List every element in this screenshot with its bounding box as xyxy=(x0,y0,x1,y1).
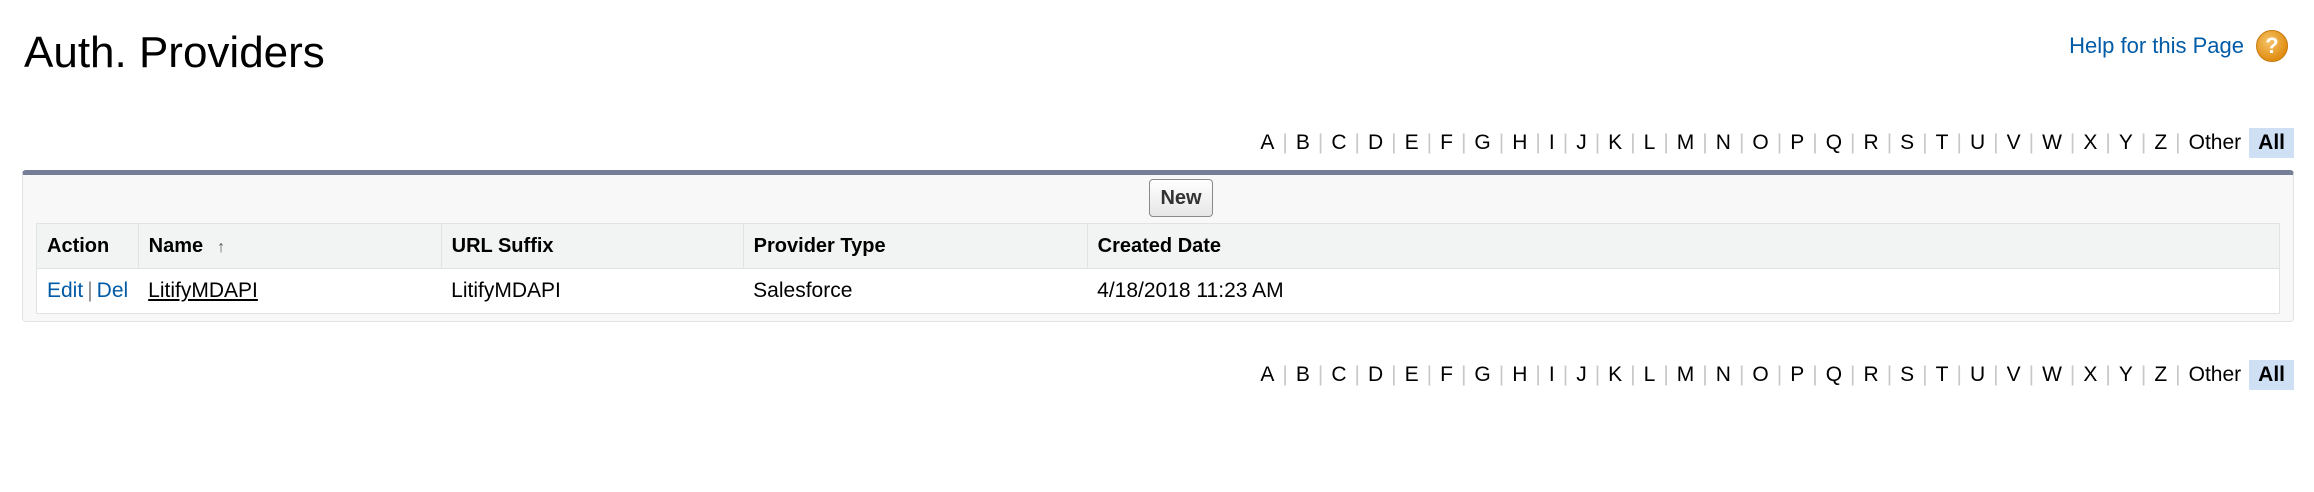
alpha-filter-o[interactable]: O xyxy=(1744,128,1776,158)
name-cell: LitifyMDAPI xyxy=(138,269,441,314)
alpha-filter-f[interactable]: F xyxy=(1432,360,1461,390)
alpha-filter-other[interactable]: Other xyxy=(2181,128,2250,158)
page-title: Auth. Providers xyxy=(24,28,325,77)
list-panel: New Action Name ↑ URL Suffix Provider Typ… xyxy=(22,170,2294,322)
alpha-filter-z[interactable]: Z xyxy=(2146,128,2175,158)
alpha-filter-all[interactable]: All xyxy=(2249,128,2294,158)
column-label: Name xyxy=(148,234,204,257)
alpha-filter-i[interactable]: I xyxy=(1541,360,1563,390)
column-label: Action xyxy=(47,234,110,257)
column-label: URL Suffix xyxy=(451,234,554,257)
alpha-filter-c[interactable]: C xyxy=(1323,128,1354,158)
alpha-filter-k[interactable]: K xyxy=(1600,360,1630,390)
alpha-filter-r[interactable]: R xyxy=(1856,128,1887,158)
provider-name-link[interactable]: LitifyMDAPI xyxy=(148,279,258,302)
alpha-filter-l[interactable]: L xyxy=(1636,128,1664,158)
edit-link[interactable]: Edit xyxy=(47,279,83,302)
alpha-filter-n[interactable]: N xyxy=(1708,360,1739,390)
alpha-filter-j[interactable]: J xyxy=(1568,360,1595,390)
alpha-filter-other[interactable]: Other xyxy=(2181,360,2250,390)
column-header-url-suffix[interactable]: URL Suffix xyxy=(441,223,744,269)
alpha-filter-p[interactable]: P xyxy=(1782,360,1812,390)
url-suffix-cell: LitifyMDAPI xyxy=(451,279,561,302)
alpha-filter-m[interactable]: M xyxy=(1669,128,1703,158)
alpha-filter-l[interactable]: L xyxy=(1636,360,1664,390)
alpha-filter-a[interactable]: A xyxy=(1252,128,1282,158)
new-button[interactable]: New xyxy=(1149,179,1213,217)
alpha-filter-h[interactable]: H xyxy=(1504,360,1535,390)
column-header-name[interactable]: Name ↑ xyxy=(138,223,442,269)
alpha-filter-n[interactable]: N xyxy=(1708,128,1739,158)
table-header-row: Action Name ↑ URL Suffix Provider Type Cr… xyxy=(36,223,2281,269)
table-row: Edit | Del LitifyMDAPI LitifyMDAPI Salesfo… xyxy=(37,269,2280,314)
action-cell: Edit | Del xyxy=(37,269,139,314)
alpha-filter-g[interactable]: G xyxy=(1466,128,1498,158)
help-link[interactable]: Help for this Page xyxy=(2069,33,2244,59)
delete-link[interactable]: Del xyxy=(97,279,129,302)
alpha-filter-g[interactable]: G xyxy=(1466,360,1498,390)
alpha-filter-j[interactable]: J xyxy=(1568,128,1595,158)
alpha-filter-a[interactable]: A xyxy=(1252,360,1282,390)
column-header-created-date[interactable]: Created Date xyxy=(1087,223,2281,269)
alpha-filter-x[interactable]: X xyxy=(2075,360,2105,390)
column-header-action: Action xyxy=(36,223,139,269)
alpha-filter-all[interactable]: All xyxy=(2249,360,2294,390)
help-section: Help for this Page ? xyxy=(2069,30,2288,62)
alpha-filter-s[interactable]: S xyxy=(1892,360,1922,390)
alpha-filter-v[interactable]: V xyxy=(1999,128,2029,158)
column-header-provider-type[interactable]: Provider Type xyxy=(743,223,1088,269)
alpha-filter-e[interactable]: E xyxy=(1397,360,1427,390)
column-label: Created Date xyxy=(1097,234,1222,257)
alpha-filter-p[interactable]: P xyxy=(1782,128,1812,158)
alpha-filter-c[interactable]: C xyxy=(1323,360,1354,390)
alpha-filter-x[interactable]: X xyxy=(2075,128,2105,158)
alpha-filter-e[interactable]: E xyxy=(1397,128,1427,158)
alpha-filter-k[interactable]: K xyxy=(1600,128,1630,158)
column-label: Provider Type xyxy=(753,234,886,257)
alpha-filter-bottom: A | B | C | D | E | F | G | H | I | J | K | L | M | N | O | P | Q | R | S | T |… xyxy=(1252,360,2294,390)
alpha-filter-z[interactable]: Z xyxy=(2146,360,2175,390)
alpha-filter-y[interactable]: Y xyxy=(2111,128,2141,158)
provider-type-cell: Salesforce xyxy=(753,279,853,302)
alpha-filter-q[interactable]: Q xyxy=(1818,360,1850,390)
alpha-filter-top: A | B | C | D | E | F | G | H | I | J | K | L | M | N | O | P | Q | R | S | T |… xyxy=(1252,128,2294,158)
alpha-filter-t[interactable]: T xyxy=(1928,360,1957,390)
alpha-filter-r[interactable]: R xyxy=(1856,360,1887,390)
alpha-filter-y[interactable]: Y xyxy=(2111,360,2141,390)
action-separator: | xyxy=(87,279,93,302)
sort-ascending-icon[interactable]: ↑ xyxy=(217,239,225,256)
alpha-filter-b[interactable]: B xyxy=(1288,128,1318,158)
providers-table: Action Name ↑ URL Suffix Provider Type Cr… xyxy=(36,223,2281,314)
alpha-filter-i[interactable]: I xyxy=(1541,128,1563,158)
alpha-filter-s[interactable]: S xyxy=(1892,128,1922,158)
alpha-filter-b[interactable]: B xyxy=(1288,360,1318,390)
alpha-filter-d[interactable]: D xyxy=(1360,128,1391,158)
alpha-filter-v[interactable]: V xyxy=(1999,360,2029,390)
alpha-filter-u[interactable]: U xyxy=(1962,360,1993,390)
alpha-filter-u[interactable]: U xyxy=(1962,128,1993,158)
alpha-filter-q[interactable]: Q xyxy=(1818,128,1850,158)
alpha-filter-t[interactable]: T xyxy=(1928,128,1957,158)
alpha-filter-o[interactable]: O xyxy=(1744,360,1776,390)
alpha-filter-d[interactable]: D xyxy=(1360,360,1391,390)
alpha-filter-f[interactable]: F xyxy=(1432,128,1461,158)
alpha-filter-w[interactable]: W xyxy=(2034,360,2070,390)
alpha-filter-h[interactable]: H xyxy=(1504,128,1535,158)
alpha-filter-m[interactable]: M xyxy=(1669,360,1703,390)
created-date-cell: 4/18/2018 11:23 AM xyxy=(1097,279,1284,302)
help-question-icon[interactable]: ? xyxy=(2256,30,2288,62)
alpha-filter-w[interactable]: W xyxy=(2034,128,2070,158)
